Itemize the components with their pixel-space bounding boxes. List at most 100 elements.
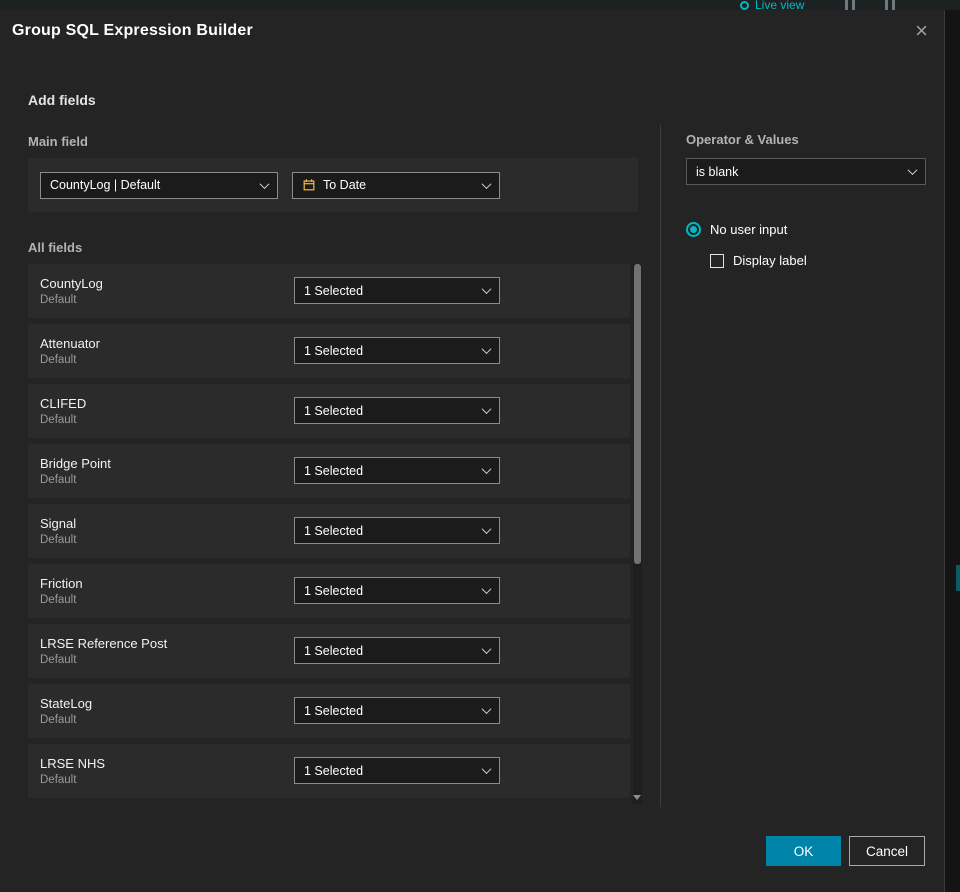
field-type-dropdown-label: To Date <box>323 178 367 192</box>
all-fields-label: All fields <box>28 240 83 255</box>
field-name: Bridge Point <box>40 456 111 471</box>
chevron-down-icon <box>481 524 492 535</box>
field-row: CountyLog Default 1 Selected <box>28 264 630 318</box>
field-texts: LRSE Reference Post Default <box>40 636 167 666</box>
field-name: Friction <box>40 576 83 591</box>
field-row: Friction Default 1 Selected <box>28 564 630 618</box>
field-selected-dropdown[interactable]: 1 Selected <box>294 277 500 304</box>
field-name: CLIFED <box>40 396 87 411</box>
field-row: StateLog Default 1 Selected <box>28 684 630 738</box>
radio-dot <box>690 226 697 233</box>
display-label-option: Display label <box>710 253 807 268</box>
display-label-checkbox[interactable] <box>710 253 724 268</box>
chevron-down-icon <box>481 704 492 715</box>
field-name: Attenuator <box>40 336 100 351</box>
operator-dropdown[interactable]: is blank <box>686 158 926 185</box>
field-selected-dropdown-label: 1 Selected <box>304 583 364 598</box>
field-subtitle: Default <box>40 714 77 726</box>
field-subtitle: Default <box>40 774 77 786</box>
field-row: Signal Default 1 Selected <box>28 504 630 558</box>
field-subtitle: Default <box>40 354 77 366</box>
dialog-title: Group SQL Expression Builder <box>12 22 253 39</box>
chevron-down-icon <box>481 178 492 189</box>
cancel-button[interactable]: Cancel <box>849 836 925 866</box>
field-selected-dropdown-label: 1 Selected <box>304 283 364 298</box>
field-subtitle: Default <box>40 294 77 306</box>
field-selected-dropdown[interactable]: 1 Selected <box>294 577 500 604</box>
chevron-down-icon <box>481 764 492 775</box>
field-texts: LRSE NHS Default <box>40 756 105 786</box>
main-field-dropdown[interactable]: CountyLog | Default <box>40 171 278 199</box>
add-fields-heading: Add fields <box>28 92 96 108</box>
operator-dropdown-label: is blank <box>696 164 739 179</box>
no-user-input-radio[interactable] <box>686 222 701 237</box>
field-name: StateLog <box>40 696 93 711</box>
field-row: CLIFED Default 1 Selected <box>28 384 630 438</box>
chevron-down-icon <box>907 165 918 176</box>
field-subtitle: Default <box>40 594 77 606</box>
chevron-down-icon <box>481 404 492 415</box>
field-row: Bridge Point Default 1 Selected <box>28 444 630 498</box>
field-subtitle: Default <box>40 414 77 426</box>
ok-button[interactable]: OK <box>766 836 841 866</box>
close-icon[interactable]: × <box>915 20 928 42</box>
field-texts: Signal Default <box>40 516 76 546</box>
backdrop-top-strip: Live view <box>0 0 960 10</box>
chevron-down-icon <box>481 344 492 355</box>
field-selected-dropdown-label: 1 Selected <box>304 523 364 538</box>
field-selected-dropdown[interactable]: 1 Selected <box>294 397 500 424</box>
field-subtitle: Default <box>40 534 77 546</box>
display-label-label: Display label <box>733 253 807 268</box>
field-texts: Friction Default <box>40 576 83 606</box>
live-view-toggle: Live view <box>740 0 804 10</box>
live-view-label: Live view <box>755 0 805 10</box>
chevron-down-icon <box>259 178 270 189</box>
field-name: LRSE Reference Post <box>40 636 168 651</box>
field-texts: CountyLog Default <box>40 276 103 306</box>
field-selected-dropdown[interactable]: 1 Selected <box>294 757 500 784</box>
field-name: Signal <box>40 516 77 531</box>
field-selected-dropdown-label: 1 Selected <box>304 643 364 658</box>
backdrop-accent-sliver <box>956 565 960 591</box>
operator-values-heading: Operator & Values <box>686 132 799 147</box>
main-field-dropdown-label: CountyLog | Default <box>50 178 161 192</box>
main-field-row: CountyLog | Default To Date <box>28 158 638 212</box>
field-selected-dropdown-label: 1 Selected <box>304 763 364 778</box>
scroll-down-icon[interactable] <box>633 795 641 800</box>
field-texts: CLIFED Default <box>40 396 86 426</box>
chevron-down-icon <box>481 284 492 295</box>
scrollbar-track[interactable] <box>633 264 642 804</box>
field-row: LRSE NHS Default 1 Selected <box>28 744 630 798</box>
field-row: Attenuator Default 1 Selected <box>28 324 630 378</box>
field-selected-dropdown[interactable]: 1 Selected <box>294 637 500 664</box>
field-selected-dropdown[interactable]: 1 Selected <box>294 697 500 724</box>
backdrop-right-strip <box>945 10 960 892</box>
chevron-down-icon <box>481 584 492 595</box>
live-view-icon <box>740 0 749 10</box>
field-selected-dropdown-label: 1 Selected <box>304 403 364 418</box>
field-name: LRSE NHS <box>40 756 106 771</box>
field-subtitle: Default <box>40 474 77 486</box>
field-selected-dropdown[interactable]: 1 Selected <box>294 517 500 544</box>
column-chart-icon <box>845 0 855 10</box>
field-selected-dropdown-label: 1 Selected <box>304 463 364 478</box>
field-type-dropdown[interactable]: To Date <box>292 171 500 199</box>
vertical-divider <box>660 125 661 807</box>
field-selected-dropdown-label: 1 Selected <box>304 703 364 718</box>
field-texts: Bridge Point Default <box>40 456 111 486</box>
field-selected-dropdown[interactable]: 1 Selected <box>294 337 500 364</box>
scrollbar-thumb[interactable] <box>634 264 641 564</box>
column-chart-icon <box>885 0 895 10</box>
all-fields-list: CountyLog Default 1 Selected Attenuator … <box>28 264 630 804</box>
field-selected-dropdown[interactable]: 1 Selected <box>294 457 500 484</box>
field-texts: StateLog Default <box>40 696 92 726</box>
no-user-input-label: No user input <box>710 222 788 237</box>
chevron-down-icon <box>481 644 492 655</box>
main-field-label: Main field <box>28 134 88 149</box>
group-sql-expression-builder-dialog: Group SQL Expression Builder × Add field… <box>0 10 945 892</box>
field-name: CountyLog <box>40 276 103 291</box>
field-row: LRSE Reference Post Default 1 Selected <box>28 624 630 678</box>
field-texts: Attenuator Default <box>40 336 100 366</box>
calendar-icon <box>302 178 316 192</box>
field-subtitle: Default <box>40 654 77 666</box>
